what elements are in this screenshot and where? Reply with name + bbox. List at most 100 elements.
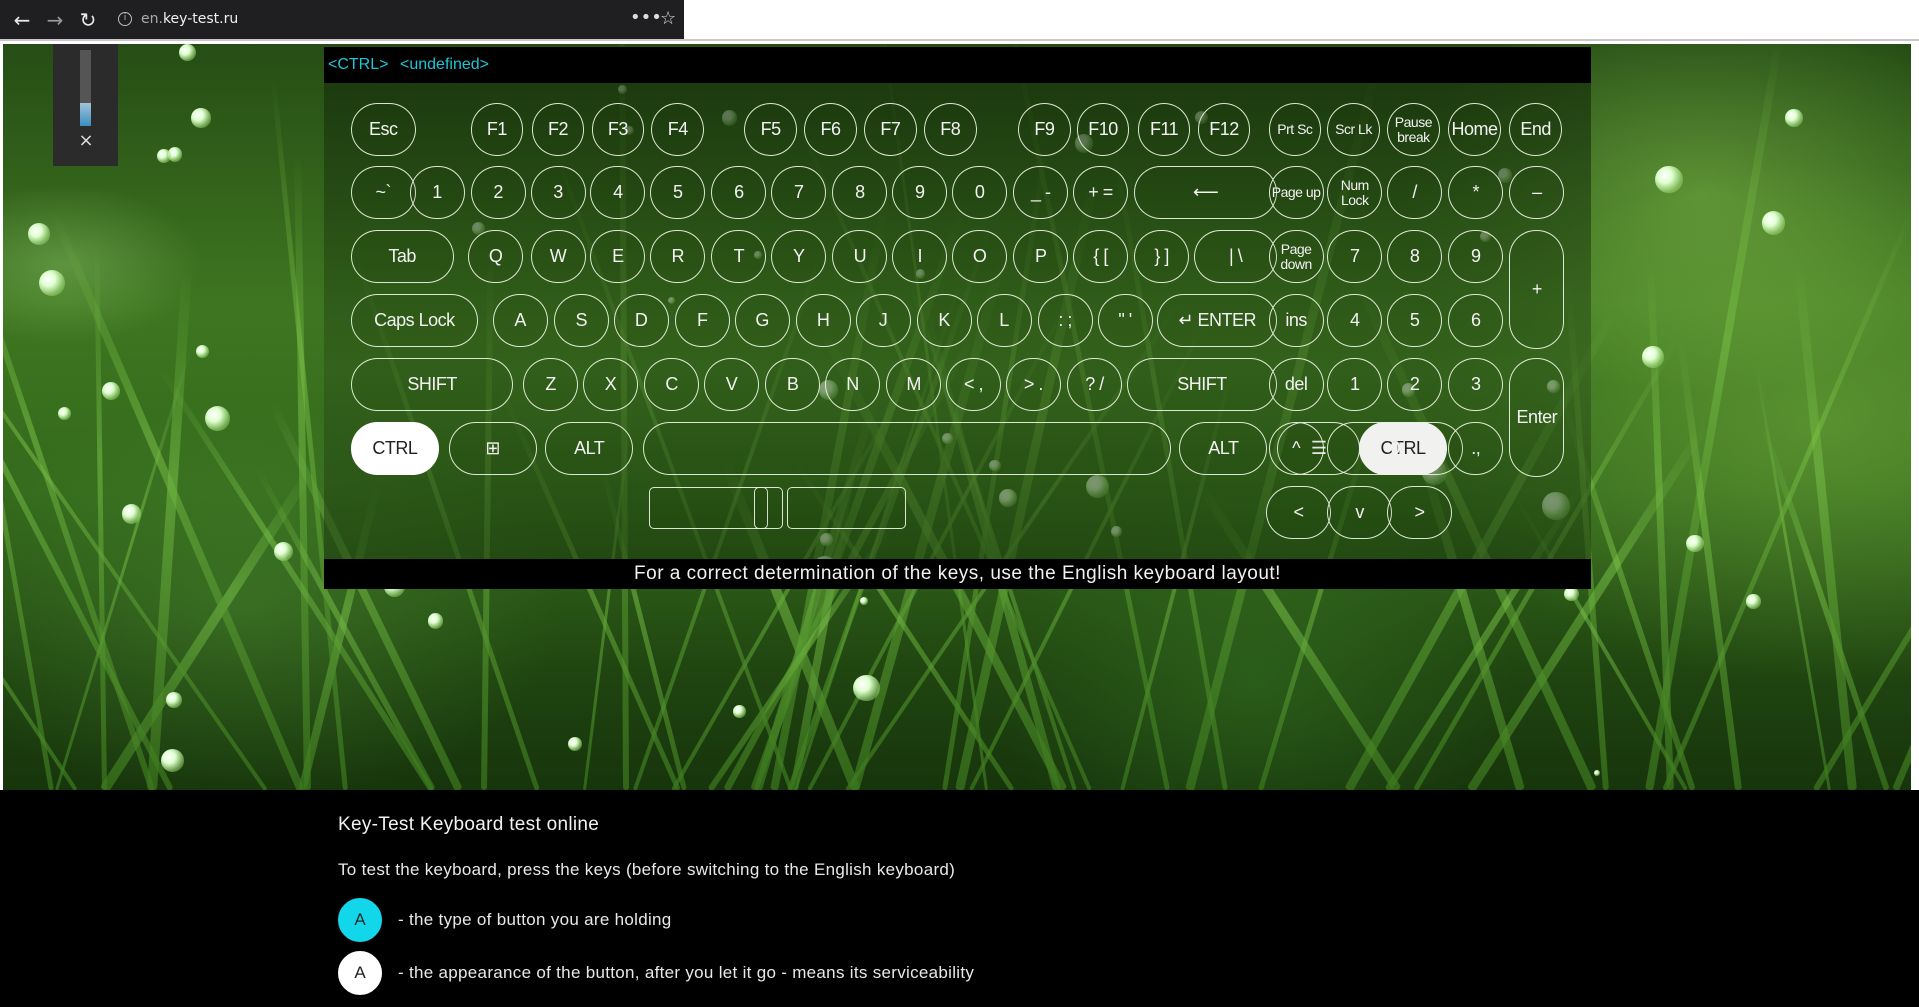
key-e[interactable]: E bbox=[590, 230, 646, 283]
close-icon[interactable]: × bbox=[75, 130, 97, 151]
key-k[interactable]: K bbox=[916, 294, 972, 347]
key-f2[interactable]: F2 bbox=[531, 103, 585, 156]
key-m[interactable]: M bbox=[886, 358, 942, 411]
mouse-left-button[interactable] bbox=[649, 487, 768, 529]
key-f11[interactable]: F11 bbox=[1137, 103, 1191, 156]
key-v[interactable]: V bbox=[704, 358, 760, 411]
key-h[interactable]: H bbox=[795, 294, 851, 347]
key-s[interactable]: S bbox=[553, 294, 609, 347]
key-backslash[interactable]: | \ bbox=[1194, 230, 1278, 283]
key-x[interactable]: X bbox=[583, 358, 639, 411]
key-lalt[interactable]: ALT bbox=[545, 422, 634, 475]
key-f5[interactable]: F5 bbox=[744, 103, 797, 156]
key-o[interactable]: O bbox=[952, 230, 1008, 283]
key-d0[interactable]: 0 bbox=[952, 166, 1008, 219]
key-f6[interactable]: F6 bbox=[804, 103, 857, 156]
key-g[interactable]: G bbox=[734, 294, 790, 347]
key-pageup[interactable]: Page up bbox=[1268, 166, 1324, 219]
key-np-minus[interactable]: – bbox=[1509, 166, 1565, 219]
key-minus[interactable]: _ - bbox=[1013, 166, 1069, 219]
key-np-mul[interactable]: * bbox=[1448, 166, 1504, 219]
key-np0[interactable]: 0 bbox=[1327, 422, 1463, 475]
key-numlock[interactable]: Num Lock bbox=[1327, 166, 1383, 219]
key-t[interactable]: T bbox=[711, 230, 767, 283]
key-p[interactable]: P bbox=[1013, 230, 1069, 283]
key-d6[interactable]: 6 bbox=[711, 166, 767, 219]
key-quote[interactable]: " ' bbox=[1097, 294, 1153, 347]
key-np1[interactable]: 1 bbox=[1327, 358, 1383, 411]
arrow-right-icon[interactable]: → bbox=[43, 8, 67, 32]
key-n[interactable]: N bbox=[825, 358, 880, 411]
key-home[interactable]: Home bbox=[1448, 103, 1501, 156]
reload-icon[interactable]: ↻ bbox=[76, 8, 100, 32]
key-l[interactable]: L bbox=[976, 294, 1032, 347]
key-d3[interactable]: 3 bbox=[530, 166, 586, 219]
key-lctrl[interactable]: CTRL bbox=[350, 422, 439, 475]
key-np6[interactable]: 6 bbox=[1448, 294, 1504, 347]
key-f3[interactable]: F3 bbox=[591, 103, 645, 156]
key-np4[interactable]: 4 bbox=[1327, 294, 1383, 347]
key-tab[interactable]: Tab bbox=[350, 230, 454, 283]
key-z[interactable]: Z bbox=[523, 358, 579, 411]
key-b[interactable]: B bbox=[765, 358, 821, 411]
key-f9[interactable]: F9 bbox=[1018, 103, 1071, 156]
key-w[interactable]: W bbox=[530, 230, 586, 283]
key-prtsc[interactable]: Prt Sc bbox=[1268, 103, 1322, 156]
key-space[interactable] bbox=[642, 422, 1171, 475]
key-lshift[interactable]: SHIFT bbox=[350, 358, 514, 411]
key-period[interactable]: > . bbox=[1005, 358, 1061, 411]
key-u[interactable]: U bbox=[832, 230, 888, 283]
key-a[interactable]: A bbox=[492, 294, 548, 347]
key-d8[interactable]: 8 bbox=[832, 166, 888, 219]
key-np9[interactable]: 9 bbox=[1448, 230, 1504, 283]
key-up[interactable]: ^ bbox=[1268, 422, 1324, 475]
key-win[interactable]: ⊞ bbox=[448, 422, 537, 475]
key-d1[interactable]: 1 bbox=[409, 166, 465, 219]
key-rbrace[interactable]: } ] bbox=[1134, 230, 1190, 283]
key-d9[interactable]: 9 bbox=[892, 166, 948, 219]
key-d5[interactable]: 5 bbox=[650, 166, 706, 219]
key-np5[interactable]: 5 bbox=[1387, 294, 1443, 347]
key-scrlk[interactable]: Scr Lk bbox=[1327, 103, 1380, 156]
key-j[interactable]: J bbox=[855, 294, 911, 347]
key-right[interactable]: > bbox=[1387, 486, 1452, 539]
key-y[interactable]: Y bbox=[771, 230, 827, 283]
info-icon[interactable]: i bbox=[118, 12, 132, 26]
key-f7[interactable]: F7 bbox=[864, 103, 917, 156]
key-equal[interactable]: + = bbox=[1073, 166, 1129, 219]
key-f4[interactable]: F4 bbox=[651, 103, 705, 156]
key-backspace[interactable]: ⟵ bbox=[1134, 166, 1278, 219]
key-rshift[interactable]: SHIFT bbox=[1126, 358, 1278, 411]
key-end[interactable]: End bbox=[1509, 103, 1562, 156]
key-tilde[interactable]: ~` bbox=[350, 166, 416, 219]
key-enter[interactable]: ↵ ENTER bbox=[1157, 294, 1278, 347]
key-capslock[interactable]: Caps Lock bbox=[350, 294, 478, 347]
key-f12[interactable]: F12 bbox=[1197, 103, 1251, 156]
arrow-left-icon[interactable]: ← bbox=[10, 8, 34, 32]
mouse-wheel[interactable] bbox=[754, 487, 784, 529]
key-np-plus[interactable]: + bbox=[1509, 230, 1565, 349]
key-f10[interactable]: F10 bbox=[1076, 103, 1130, 156]
key-d7[interactable]: 7 bbox=[771, 166, 827, 219]
key-pagedown[interactable]: Page down bbox=[1268, 230, 1324, 283]
key-left[interactable]: < bbox=[1266, 486, 1331, 539]
key-f[interactable]: F bbox=[674, 294, 730, 347]
key-np8[interactable]: 8 bbox=[1387, 230, 1443, 283]
star-icon[interactable]: ☆ bbox=[660, 8, 676, 29]
key-esc[interactable]: Esc bbox=[350, 103, 416, 156]
mouse-right-button[interactable] bbox=[787, 487, 906, 529]
url-field[interactable]: en.key-test.ru bbox=[141, 11, 238, 27]
key-del[interactable]: del bbox=[1268, 358, 1324, 411]
key-f8[interactable]: F8 bbox=[924, 103, 977, 156]
key-ralt[interactable]: ALT bbox=[1179, 422, 1268, 475]
key-d2[interactable]: 2 bbox=[470, 166, 526, 219]
key-np-div[interactable]: / bbox=[1387, 166, 1443, 219]
key-c[interactable]: C bbox=[644, 358, 700, 411]
key-np2[interactable]: 2 bbox=[1387, 358, 1443, 411]
key-np7[interactable]: 7 bbox=[1327, 230, 1383, 283]
key-i[interactable]: I bbox=[892, 230, 948, 283]
key-pause[interactable]: Pause break bbox=[1387, 103, 1440, 156]
key-q[interactable]: Q bbox=[468, 230, 524, 283]
key-down[interactable]: v bbox=[1327, 486, 1393, 539]
key-ins[interactable]: ins bbox=[1268, 294, 1324, 347]
